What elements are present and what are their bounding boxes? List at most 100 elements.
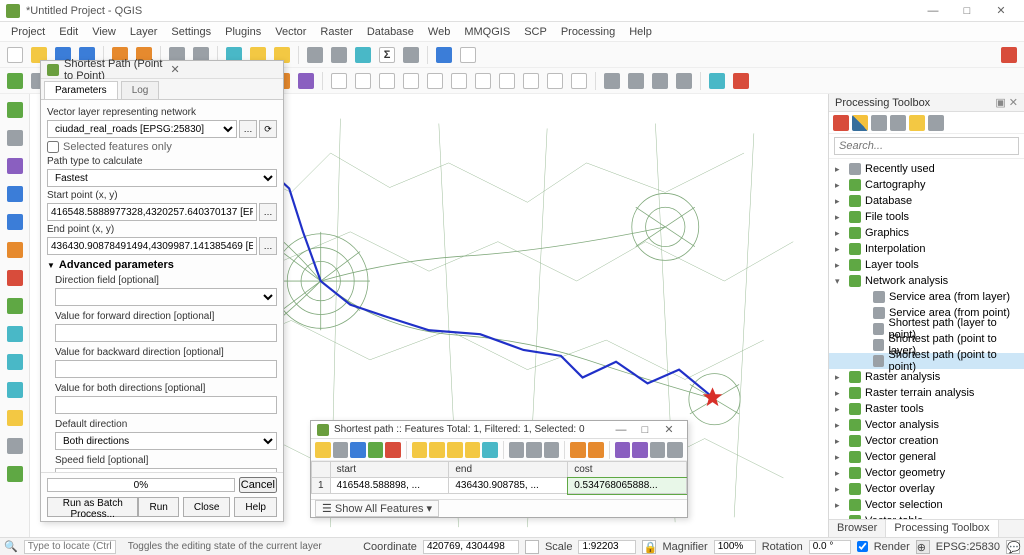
col-start[interactable]: start <box>330 462 449 478</box>
menu-edit[interactable]: Edit <box>52 26 85 38</box>
zoom-last-icon[interactable] <box>520 70 542 92</box>
toolbox-edit-icon[interactable] <box>909 115 925 131</box>
field-calc-icon[interactable] <box>328 44 350 66</box>
add-db2-icon[interactable] <box>3 294 27 318</box>
render-checkbox[interactable] <box>857 541 868 552</box>
cancel-button[interactable]: Cancel <box>239 477 277 493</box>
paste-icon[interactable] <box>588 442 604 458</box>
toolbox-item[interactable]: ▸Cartography <box>829 177 1024 193</box>
toolbox-options-icon[interactable] <box>928 115 944 131</box>
add-wcs-icon[interactable] <box>3 350 27 374</box>
annotation-icon[interactable] <box>457 44 479 66</box>
zoom-in-icon[interactable] <box>376 70 398 92</box>
add-vector-icon[interactable] <box>4 70 26 92</box>
toolbox-item[interactable]: ▸File tools <box>829 209 1024 225</box>
menu-vector[interactable]: Vector <box>268 26 313 38</box>
coord-button[interactable] <box>525 540 539 554</box>
magnifier-input[interactable] <box>714 540 756 554</box>
toolbox-item[interactable]: ▸Vector overlay <box>829 481 1024 497</box>
zoom-selection-icon[interactable] <box>448 70 470 92</box>
col-end[interactable]: end <box>449 462 568 478</box>
zoom-native-icon[interactable] <box>496 70 518 92</box>
value-both-input[interactable] <box>55 396 277 414</box>
ntv2-icon[interactable] <box>730 70 752 92</box>
add-virtual-icon[interactable] <box>3 434 27 458</box>
gear-icon[interactable] <box>601 70 623 92</box>
deselect-all-icon[interactable] <box>465 442 481 458</box>
toolbox-tree[interactable]: ▸Recently used▸Cartography▸Database▸File… <box>829 159 1024 519</box>
coord-input[interactable] <box>423 540 519 554</box>
toolbox-item[interactable]: ▸Graphics <box>829 225 1024 241</box>
add-raster-layer-icon[interactable] <box>3 126 27 150</box>
tab-log[interactable]: Log <box>121 81 160 99</box>
tab-parameters[interactable]: Parameters <box>44 81 118 99</box>
menu-database[interactable]: Database <box>360 26 421 38</box>
wms-icon[interactable] <box>295 70 317 92</box>
col-cost[interactable]: cost <box>568 462 687 478</box>
conditional-format-icon[interactable] <box>650 442 666 458</box>
add-feature-icon[interactable] <box>368 442 384 458</box>
toolbox-item[interactable]: ▸Raster terrain analysis <box>829 385 1024 401</box>
menu-layer[interactable]: Layer <box>123 26 165 38</box>
tab-browser[interactable]: Browser <box>829 520 886 537</box>
scale-lock-icon[interactable]: 🔒 <box>642 540 656 554</box>
history-icon[interactable] <box>649 70 671 92</box>
crs-label[interactable]: EPSG:25830 <box>936 541 1000 553</box>
toolbox-item[interactable]: ▸Interpolation <box>829 241 1024 257</box>
crs-icon[interactable]: ⊕ <box>916 540 930 554</box>
add-pg-icon[interactable] <box>3 182 27 206</box>
help-button[interactable]: Help <box>234 497 277 517</box>
toolbox-results-icon[interactable] <box>890 115 906 131</box>
stats-icon[interactable] <box>352 44 374 66</box>
reload-icon[interactable]: ⟳ <box>259 120 277 138</box>
minimize-button[interactable]: — <box>916 1 950 21</box>
new-memory-icon[interactable] <box>3 462 27 486</box>
value-forward-input[interactable] <box>55 324 277 342</box>
panel-options-icon[interactable]: ▣ ✕ <box>995 96 1018 109</box>
add-spatialite-icon[interactable] <box>3 210 27 234</box>
locate-input[interactable] <box>24 540 116 554</box>
menu-project[interactable]: Project <box>4 26 52 38</box>
toolbox-python-icon[interactable] <box>852 115 868 131</box>
menu-processing[interactable]: Processing <box>554 26 622 38</box>
select-all-icon[interactable] <box>429 442 445 458</box>
value-backward-input[interactable] <box>55 360 277 378</box>
direction-field-select[interactable] <box>55 288 277 306</box>
dock-icon[interactable] <box>667 442 683 458</box>
invert-sel-icon[interactable] <box>447 442 463 458</box>
attr-minimize-icon[interactable]: — <box>609 424 633 436</box>
toolbox-search-input[interactable] <box>834 137 1019 155</box>
move-top-icon[interactable] <box>509 442 525 458</box>
start-point-input[interactable] <box>47 203 257 221</box>
menu-help[interactable]: Help <box>622 26 659 38</box>
scale-input[interactable] <box>578 540 636 554</box>
attributes-icon[interactable] <box>304 44 326 66</box>
menu-raster[interactable]: Raster <box>313 26 359 38</box>
pan-to-icon[interactable] <box>526 442 542 458</box>
toolbox-item[interactable]: ▸Vector creation <box>829 433 1024 449</box>
maximize-button[interactable]: □ <box>950 1 984 21</box>
selected-only-checkbox[interactable] <box>47 141 59 153</box>
zoom-full-icon[interactable] <box>424 70 446 92</box>
toolbox-item[interactable]: ▸Vector selection <box>829 497 1024 513</box>
save-edits-icon[interactable] <box>350 442 366 458</box>
show-all-features-button[interactable]: ☰ Show All Features ▾ <box>315 500 439 517</box>
attr-table[interactable]: start end cost 1 416548.588898, ... 4364… <box>311 461 687 499</box>
menu-plugins[interactable]: Plugins <box>218 26 268 38</box>
menu-settings[interactable]: Settings <box>164 26 218 38</box>
close-button[interactable]: ✕ <box>984 1 1018 21</box>
menu-web[interactable]: Web <box>421 26 457 38</box>
toolbox-item[interactable]: ▸Layer tools <box>829 257 1024 273</box>
toolbox-item[interactable]: ▸Vector general <box>829 449 1024 465</box>
messages-icon[interactable]: 💬 <box>1006 540 1020 554</box>
toolbox-item[interactable]: ▸Vector analysis <box>829 417 1024 433</box>
toggle-edit-icon[interactable] <box>315 442 331 458</box>
toolbox-item[interactable]: Service area (from layer) <box>829 289 1024 305</box>
run-button[interactable]: Run <box>138 497 178 517</box>
sigma-icon[interactable]: Σ <box>376 44 398 66</box>
toolbox-item[interactable]: ▸Raster tools <box>829 401 1024 417</box>
table-row[interactable]: 1 416548.588898, ... 436430.908785, ... … <box>312 478 687 494</box>
menu-scp[interactable]: SCP <box>517 26 554 38</box>
delete-field-icon[interactable] <box>632 442 648 458</box>
toolbox-gear-icon[interactable] <box>833 115 849 131</box>
